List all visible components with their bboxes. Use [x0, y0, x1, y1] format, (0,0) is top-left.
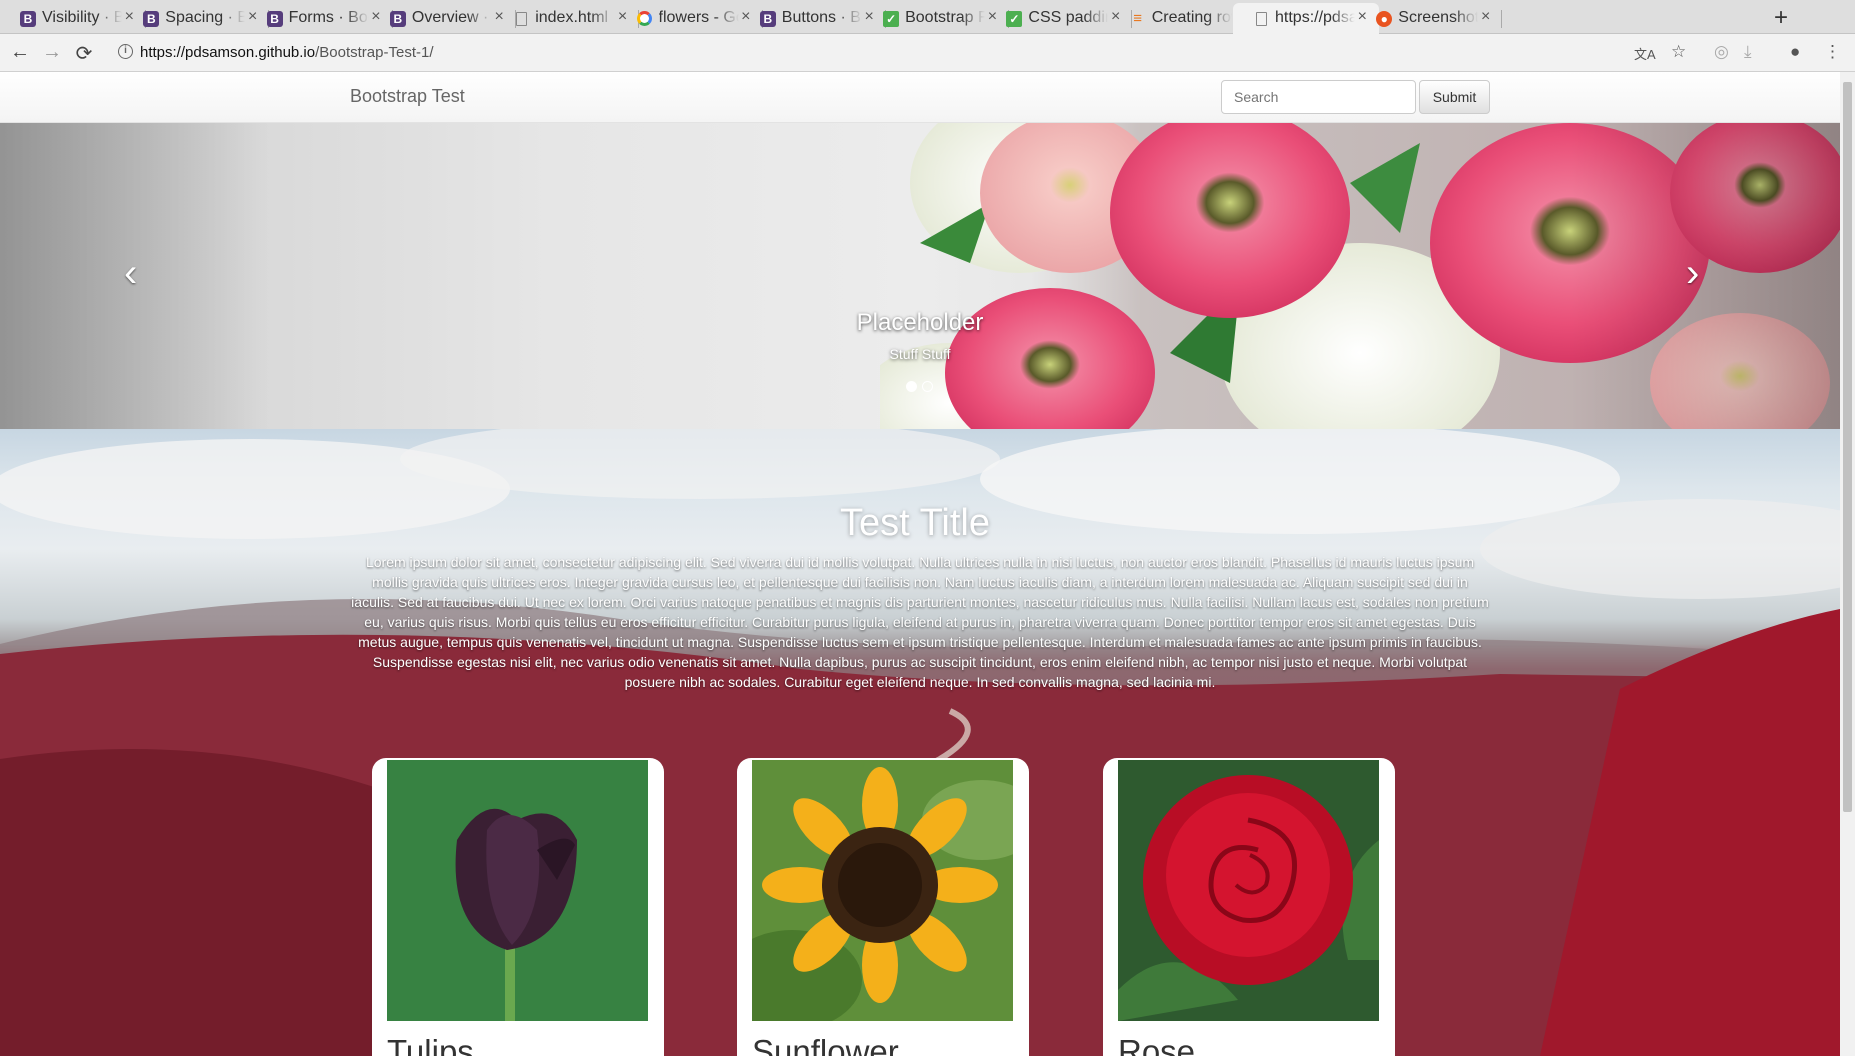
url-host: https://pdsamson.github.io: [140, 44, 316, 61]
tab-title: Creating rows: [1151, 9, 1232, 26]
tab-title: Buttons · Bootstrap: [781, 9, 862, 26]
browser-tab[interactable]: ● Screenshot ×: [1356, 3, 1503, 34]
navbar-brand[interactable]: Bootstrap Test: [350, 86, 465, 107]
site-info-icon[interactable]: i: [118, 44, 133, 59]
tab-title: CSS padding: [1028, 9, 1108, 26]
flower-card-sunflower[interactable]: Sunflower: [737, 758, 1029, 1056]
extension-icon[interactable]: ◎: [1714, 42, 1729, 62]
ubuntu-icon: ●: [1376, 11, 1393, 27]
stackoverflow-icon: ≡: [1133, 10, 1143, 27]
document-icon: [1256, 12, 1267, 26]
tab-title: flowers - Google: [658, 9, 739, 26]
hero-paragraph: Lorem ipsum dolor sit amet, consectetur …: [351, 554, 1489, 690]
bootstrap-icon: B: [143, 11, 160, 27]
menu-icon[interactable]: ⋮: [1824, 42, 1841, 62]
rose-image: [1118, 760, 1379, 1021]
carousel-next-area[interactable]: [1570, 123, 1840, 429]
extension-download-icon[interactable]: ⤓: [1744, 42, 1752, 62]
w3schools-icon: ✓: [1006, 11, 1023, 27]
tab-separator: [1501, 10, 1503, 28]
reload-icon[interactable]: ⟳: [72, 41, 96, 66]
web-page: Bootstrap Test Submit: [0, 72, 1840, 1056]
back-icon[interactable]: ←: [8, 41, 32, 64]
flower-card-rose[interactable]: Rose: [1103, 758, 1395, 1056]
tulip-image: [387, 760, 648, 1021]
tab-close-icon[interactable]: ×: [1481, 8, 1490, 26]
bootstrap-icon: B: [389, 11, 406, 27]
carousel-caption-text: Stuff Stuff: [889, 346, 951, 362]
card-title-tulips: Tulips: [387, 1033, 474, 1056]
google-icon: [636, 11, 652, 26]
account-icon[interactable]: ●: [1790, 42, 1800, 62]
tab-title: Visibility · Bootstrap: [42, 9, 122, 26]
scrollbar-thumb[interactable]: [1843, 82, 1852, 812]
hero-title: Test Title: [840, 502, 990, 544]
carousel: ‹ › Placeholder Stuff Stuff: [0, 123, 1840, 429]
browser-toolbar: ← → ⟳ i https://pdsamson.github.io/Boots…: [0, 34, 1855, 72]
chevron-left-icon[interactable]: ‹: [124, 251, 137, 296]
carousel-indicator-dot[interactable]: [906, 381, 917, 392]
carousel-indicators: [906, 381, 933, 392]
w3schools-icon: ✓: [883, 11, 900, 27]
chevron-right-icon[interactable]: ›: [1686, 251, 1699, 296]
url-text[interactable]: https://pdsamson.github.io/Bootstrap-Tes…: [140, 44, 434, 61]
tab-title: Bootstrap Forms: [905, 9, 986, 26]
tab-title: index.html: [535, 9, 609, 26]
carousel-indicator-dot[interactable]: [922, 381, 933, 392]
address-bar[interactable]: i https://pdsamson.github.io/Bootstrap-T…: [112, 40, 1612, 66]
tab-title: Spacing · Bootstrap: [165, 9, 246, 26]
tab-title: Forms · Bootstrap: [288, 9, 369, 26]
bookmark-star-icon[interactable]: ☆: [1671, 42, 1686, 62]
card-title-rose: Rose: [1118, 1033, 1196, 1056]
tab-title: Overview · Bootstrap: [411, 9, 492, 26]
document-icon: [516, 12, 528, 26]
site-navbar: Bootstrap Test Submit: [0, 72, 1840, 123]
browser-tab-strip: B Visibility · Bootstrap × B Spacing · Boots…: [0, 0, 1855, 34]
bootstrap-icon: B: [20, 11, 36, 27]
bootstrap-icon: B: [759, 11, 776, 27]
search-input[interactable]: [1221, 80, 1416, 114]
translate-icon[interactable]: 文A: [1634, 44, 1656, 63]
page-scrollbar[interactable]: [1840, 72, 1855, 1056]
forward-icon[interactable]: →: [40, 41, 64, 64]
bootstrap-icon: B: [266, 11, 283, 27]
tab-title: https://pdsamson.github.io: [1275, 9, 1355, 26]
hero-section: Test Title Lorem ipsum dolor sit amet, c…: [0, 429, 1840, 1056]
tab-title: Screenshot: [1398, 9, 1479, 26]
carousel-caption-title: Placeholder: [856, 309, 984, 336]
sunflower-image: [752, 760, 1013, 1021]
submit-button[interactable]: Submit: [1419, 80, 1490, 114]
card-title-sunflower: Sunflower: [752, 1033, 899, 1056]
url-path: /Bootstrap-Test-1/: [315, 44, 434, 61]
new-tab-button[interactable]: +: [1774, 4, 1788, 32]
flower-card-tulips[interactable]: Tulips: [372, 758, 664, 1056]
